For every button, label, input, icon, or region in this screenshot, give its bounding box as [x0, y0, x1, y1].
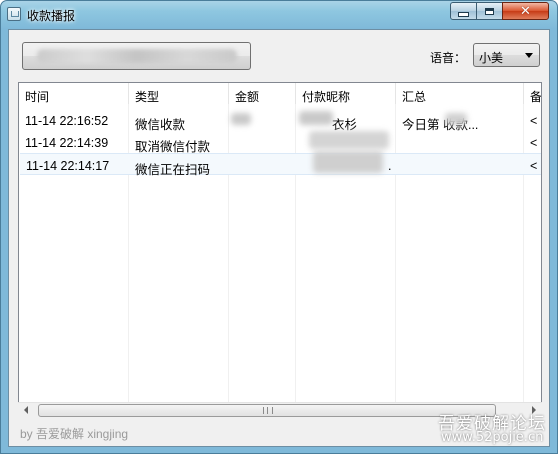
cell-time: 11-14 22:14:39 — [25, 136, 109, 150]
blurred-action-button[interactable] — [22, 42, 251, 70]
cell-type: 取消微信付款 — [135, 140, 211, 153]
client-area: 语音： 小美 时间 类型 金额 付款昵称 汇总 备 11-14 22:16:52… — [8, 29, 550, 447]
scroll-thumb[interactable] — [38, 404, 496, 417]
blurred-label — [37, 49, 237, 63]
column-header-amount[interactable]: 金额 — [229, 83, 296, 104]
table-row-selected[interactable]: 11-14 22:14:17 微信正在扫码 . < — [20, 153, 541, 176]
table-row[interactable]: 11-14 22:14:39 取消微信付款 < — [19, 131, 541, 153]
forum-url-watermark: www.52pojie.cn — [441, 430, 544, 445]
scroll-left-icon[interactable] — [24, 406, 28, 414]
cell-note: < — [530, 159, 538, 173]
column-header-payer[interactable]: 付款昵称 — [296, 83, 396, 104]
grip-icon — [263, 407, 273, 414]
column-header-type[interactable]: 类型 — [129, 83, 229, 104]
minimize-icon — [458, 11, 469, 17]
cell-time: 11-14 22:16:52 — [25, 114, 109, 128]
cell-time: 11-14 22:14:17 — [26, 159, 110, 173]
credit-text: by 吾爱破解 xingjing — [20, 427, 129, 441]
column-header-note[interactable]: 备 — [524, 83, 541, 104]
list-header: 时间 类型 金额 付款昵称 汇总 备 — [19, 83, 541, 104]
redacted-summary — [445, 113, 467, 125]
cell-note: < — [530, 136, 538, 150]
chevron-down-icon — [525, 53, 533, 58]
cell-note: < — [530, 114, 538, 128]
redacted-payer — [309, 131, 389, 149]
maximize-button[interactable] — [476, 2, 503, 20]
voice-select[interactable]: 小美 — [473, 43, 540, 67]
window-title: 收款播报 — [27, 9, 76, 23]
voice-label: 语音： — [430, 51, 467, 65]
cell-summary: . — [388, 159, 392, 173]
cell-summary — [396, 131, 524, 153]
payment-list[interactable]: 时间 类型 金额 付款昵称 汇总 备 11-14 22:16:52 微信收款 衣… — [18, 82, 542, 419]
title-bar[interactable]: 收款播报 ✕ — [1, 1, 557, 29]
voice-selected-value: 小美 — [479, 51, 504, 65]
column-header-summary[interactable]: 汇总 — [396, 83, 524, 104]
app-window-icon[interactable] — [7, 7, 21, 21]
cell-amount — [229, 131, 296, 153]
cell-type: 微信收款 — [135, 118, 186, 131]
maximize-icon — [485, 7, 494, 15]
redacted-payer — [299, 111, 333, 125]
redacted-amount — [231, 113, 251, 125]
cell-amount — [229, 154, 296, 176]
app-window: 收款播报 ✕ 语音： 小美 时间 类型 金额 付款昵称 汇总 备 11-14 2… — [0, 0, 558, 454]
close-button[interactable]: ✕ — [502, 2, 549, 20]
minimize-button[interactable] — [450, 2, 477, 20]
column-header-time[interactable]: 时间 — [19, 83, 129, 104]
redacted-payer — [313, 151, 383, 173]
close-icon: ✕ — [520, 3, 531, 19]
cell-type: 微信正在扫码 — [135, 163, 211, 176]
